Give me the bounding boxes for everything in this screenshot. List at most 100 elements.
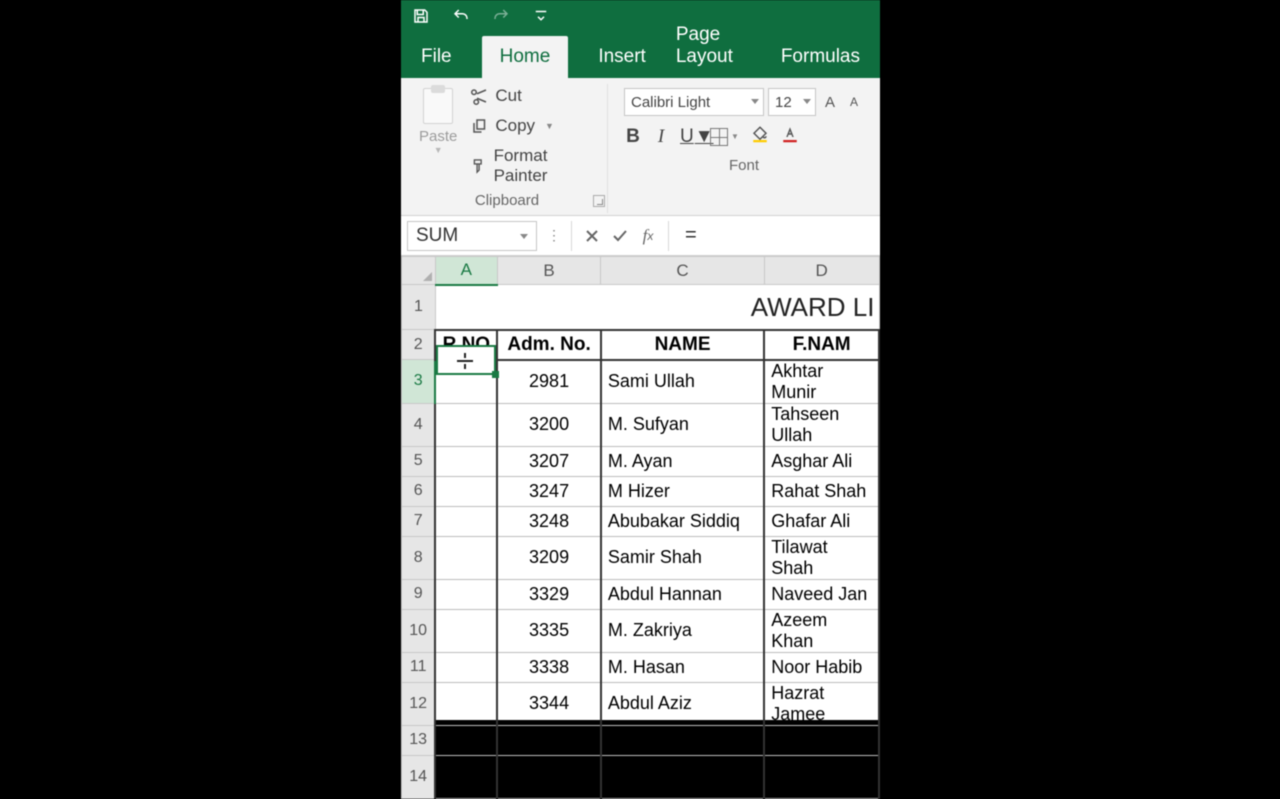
cell[interactable] <box>435 446 497 476</box>
cell[interactable]: Rahat Shah <box>764 476 879 506</box>
tab-file[interactable]: File <box>421 36 452 78</box>
cell[interactable]: Asghar Ali <box>764 446 879 476</box>
cell[interactable] <box>435 609 497 652</box>
italic-button[interactable]: I <box>652 126 670 148</box>
cell[interactable] <box>435 725 497 755</box>
cell[interactable]: 3362 <box>497 755 601 798</box>
cell[interactable]: Naveed Jan <box>764 579 879 609</box>
cell[interactable] <box>435 682 497 725</box>
cell[interactable] <box>435 506 497 536</box>
cell[interactable]: 3344 <box>497 682 601 725</box>
cell[interactable]: M. Hasan <box>601 652 764 682</box>
cell[interactable]: M. Azlan <box>601 725 764 755</box>
row-header[interactable]: 3 <box>402 360 436 404</box>
cell[interactable]: Abdul Aziz <box>601 682 764 725</box>
cell[interactable]: Sami Ullah <box>601 360 764 404</box>
row-header[interactable]: 9 <box>402 579 436 609</box>
cancel-button[interactable] <box>578 221 606 251</box>
cell[interactable]: 3209 <box>497 536 601 579</box>
header-cell[interactable]: F.NAM <box>764 330 879 360</box>
header-cell[interactable]: R.NO <box>435 330 497 360</box>
bold-button[interactable]: B <box>624 126 642 148</box>
cell[interactable]: 3248 <box>497 506 601 536</box>
tab-formulas[interactable]: Formulas <box>781 36 860 78</box>
cell[interactable]: Hazrat Jamee <box>764 682 879 725</box>
cell[interactable] <box>435 360 497 404</box>
cell[interactable] <box>435 579 497 609</box>
borders-button[interactable]: ▼ <box>710 128 739 146</box>
row-header[interactable]: 11 <box>402 652 436 682</box>
font-color-button[interactable] <box>781 124 799 149</box>
name-box[interactable]: SUM <box>407 221 537 251</box>
cell[interactable] <box>435 652 497 682</box>
fill-handle[interactable] <box>492 371 499 378</box>
customize-qat-button[interactable] <box>527 2 555 30</box>
save-button[interactable] <box>407 2 435 30</box>
title-cell[interactable]: AWARD LI <box>435 285 879 330</box>
cell[interactable]: Abubakar Siddiq <box>601 506 764 536</box>
cell[interactable]: Abdul Hannan <box>601 579 764 609</box>
row-header[interactable]: 10 <box>402 609 436 652</box>
redo-button[interactable] <box>487 2 515 30</box>
format-painter-button[interactable]: Format Painter <box>467 144 599 188</box>
cell[interactable]: Samir Shah <box>601 536 764 579</box>
cell[interactable]: 3329 <box>497 579 601 609</box>
row-header[interactable]: 1 <box>402 285 436 330</box>
expand-formula-bar-icon[interactable]: ⋮ <box>547 227 561 244</box>
column-header-b[interactable]: B <box>497 257 601 285</box>
row-header[interactable]: 5 <box>402 446 436 476</box>
cell[interactable]: Bashir Khan <box>764 725 879 755</box>
column-header-d[interactable]: D <box>764 257 879 285</box>
cell[interactable]: Akhtar Munir <box>764 360 879 404</box>
insert-function-button[interactable]: fx <box>634 221 662 251</box>
cell[interactable]: M. Ayan <box>601 446 764 476</box>
tab-home[interactable]: Home <box>482 36 569 78</box>
cell[interactable]: 3338 <box>497 652 601 682</box>
cell[interactable] <box>435 476 497 506</box>
undo-button[interactable] <box>447 2 475 30</box>
cell[interactable]: Ghafar Ali <box>764 506 879 536</box>
row-header[interactable]: 2 <box>402 330 436 360</box>
copy-button[interactable]: Copy ▼ <box>467 114 599 138</box>
select-all-button[interactable] <box>402 257 436 285</box>
underline-button[interactable]: U▼ <box>680 126 698 148</box>
formula-input[interactable]: = <box>675 224 880 247</box>
cell[interactable]: Noor Habib <box>764 652 879 682</box>
cell[interactable]: Bahar Ali <box>601 755 764 798</box>
font-name-select[interactable]: Calibri Light <box>624 88 764 116</box>
cell[interactable]: Tilawat Shah <box>764 536 879 579</box>
tab-page-layout[interactable]: Page Layout <box>676 14 751 78</box>
fill-color-button[interactable] <box>751 124 769 149</box>
cell[interactable]: M Hizer <box>601 476 764 506</box>
row-header[interactable]: 7 <box>402 506 436 536</box>
header-cell[interactable]: Adm. No. <box>497 330 601 360</box>
row-header[interactable]: 6 <box>402 476 436 506</box>
increase-font-size-button[interactable]: A <box>820 88 840 116</box>
cell[interactable]: 3247 <box>497 476 601 506</box>
spreadsheet-grid[interactable]: A B C D 1AWARD LI2R.NOAdm. No.NAMEF.NAM 3… <box>401 256 880 799</box>
decrease-font-size-button[interactable]: A <box>844 88 864 116</box>
cell[interactable]: 2981 <box>497 360 601 404</box>
cell[interactable]: Tahseen Ullah <box>764 403 879 446</box>
cell[interactable]: 3345 <box>497 725 601 755</box>
cell[interactable]: Azeem Khan <box>764 609 879 652</box>
cell[interactable] <box>435 536 497 579</box>
tab-insert[interactable]: Insert <box>598 36 646 78</box>
cell[interactable]: 3335 <box>497 609 601 652</box>
paste-button[interactable]: Paste ▼ <box>415 84 461 159</box>
clipboard-dialog-launcher[interactable] <box>593 195 605 207</box>
row-header[interactable]: 14 <box>402 755 436 798</box>
enter-button[interactable] <box>606 221 634 251</box>
row-header[interactable]: 4 <box>402 403 436 446</box>
cell[interactable]: M. Zakriya <box>601 609 764 652</box>
header-cell[interactable]: NAME <box>601 330 764 360</box>
row-header[interactable]: 8 <box>402 536 436 579</box>
column-header-a[interactable]: A <box>435 257 497 285</box>
cell[interactable] <box>435 403 497 446</box>
font-size-select[interactable]: 12 <box>768 88 816 116</box>
cell[interactable]: 3207 <box>497 446 601 476</box>
cell[interactable]: M. Sufyan <box>601 403 764 446</box>
cell[interactable] <box>435 755 497 798</box>
column-header-c[interactable]: C <box>601 257 764 285</box>
row-header[interactable]: 12 <box>402 682 436 725</box>
